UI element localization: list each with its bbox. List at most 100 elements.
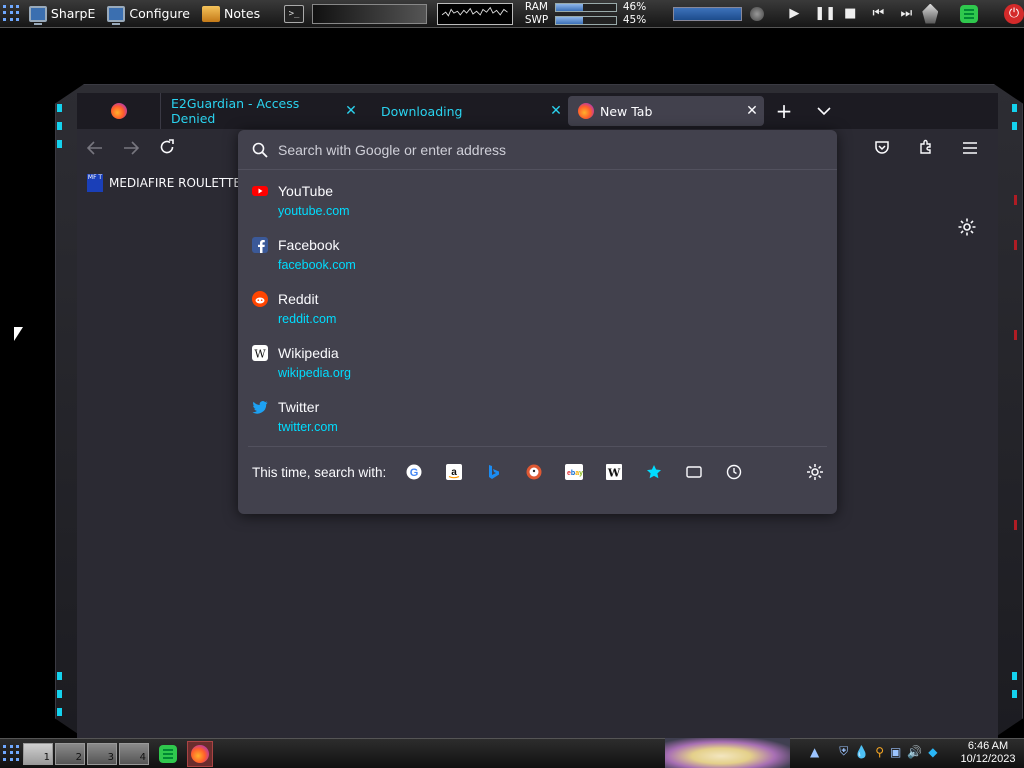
memory-monitor: RAM 46% SWP 45% (525, 1, 651, 26)
clock[interactable]: 6:46 AM 10/12/2023 (955, 740, 1021, 766)
extensions-button[interactable] (908, 139, 944, 159)
url-input[interactable] (278, 141, 798, 158)
frame-accent (1012, 104, 1017, 112)
google-icon[interactable]: G (404, 462, 424, 482)
speaker-icon[interactable] (750, 6, 765, 21)
shield-icon[interactable]: ⛨ (839, 744, 848, 759)
tab-label: New Tab (600, 103, 653, 119)
svg-text:a: a (452, 467, 458, 478)
tray-expand-icon[interactable]: ▲ (810, 745, 819, 759)
tab-glyph (686, 466, 702, 478)
suggestion-youtube[interactable]: YouTube youtube.com (238, 175, 837, 229)
bing-glyph (489, 465, 500, 479)
power-icon[interactable]: ⏻ (1004, 3, 1024, 24)
suggestion-wikipedia[interactable]: W Wikipedia wikipedia.org (238, 337, 837, 391)
frame-accent (1012, 690, 1017, 698)
duckduckgo-icon[interactable] (524, 462, 544, 482)
tab-downloading[interactable]: Downloading ✕ (363, 93, 568, 129)
app-menu-grid-icon[interactable] (3, 4, 21, 23)
history-icon[interactable] (724, 462, 744, 482)
frame-accent (57, 104, 62, 112)
twitter-icon (252, 401, 268, 414)
frame-accent (57, 708, 62, 716)
clock-glyph (727, 464, 742, 480)
reload-icon (160, 139, 174, 154)
volume-icon[interactable]: 🔊 (907, 745, 922, 759)
terminal-icon[interactable]: >_ (284, 4, 304, 23)
puzzle-icon (920, 139, 931, 154)
forward-button[interactable] (113, 140, 149, 159)
frame-accent (57, 690, 62, 698)
drop-icon[interactable]: 💧 (854, 745, 869, 759)
search-settings-gear-icon[interactable] (805, 462, 825, 482)
suggestion-title: Wikipedia (278, 345, 339, 361)
tab-strip: E2Guardian - Access Denied ✕ Downloading… (77, 93, 998, 129)
ram-label: RAM (524, 1, 548, 13)
firefox-icon (578, 103, 594, 119)
new-tab-button[interactable]: + (764, 99, 804, 123)
pocket-button[interactable] (864, 139, 900, 159)
hamburger-icon (963, 141, 977, 154)
firefox-icon (110, 103, 127, 119)
launcher-label: SharpE (50, 6, 96, 21)
notes-app-icon (159, 744, 177, 763)
tab-e2guardian[interactable]: E2Guardian - Access Denied ✕ (160, 93, 363, 129)
previous-icon[interactable]: ⏮ (870, 6, 886, 21)
taskbar-firefox[interactable] (187, 740, 213, 767)
back-arrow-icon (86, 140, 102, 155)
bookmark-mediafire[interactable]: MEDIAFIRE ROULETTER (109, 176, 249, 190)
stop-icon[interactable]: ■ (842, 6, 858, 21)
ebay-icon[interactable]: ebay (564, 462, 584, 482)
monitor-icon (107, 5, 126, 25)
volume-slider[interactable] (672, 6, 743, 21)
next-icon[interactable]: ⏭ (898, 6, 914, 21)
workspace-1[interactable]: 1 (23, 742, 53, 765)
launcher-sharpe[interactable]: SharpE (25, 2, 100, 26)
search-tray-icon[interactable]: ⚲ (875, 745, 884, 759)
tab-new-tab[interactable]: New Tab ✕ (568, 96, 764, 126)
bing-icon[interactable] (484, 462, 504, 482)
tab-pinned[interactable] (77, 93, 160, 129)
pause-icon[interactable]: ❚❚ (814, 6, 836, 21)
cpu-graph (437, 2, 513, 25)
close-icon[interactable]: ✕ (544, 103, 568, 119)
cpu-meter (311, 3, 428, 24)
launcher-configure[interactable]: Configure (103, 2, 194, 26)
tux-icon[interactable] (922, 3, 939, 24)
taskbar-notes-app[interactable] (155, 741, 181, 767)
urlbar-dropdown: YouTube youtube.com Facebook facebook.co… (238, 130, 837, 514)
network-icon[interactable]: ▣ (890, 745, 901, 759)
workspace-4[interactable]: 4 (119, 742, 149, 765)
cube-icon[interactable]: ◆ (928, 745, 937, 759)
personalize-gear-icon[interactable] (957, 217, 977, 237)
tab-label: Downloading (381, 103, 463, 119)
bookmarks-star-icon[interactable] (644, 462, 664, 482)
suggestion-twitter[interactable]: Twitter twitter.com (238, 391, 837, 445)
suggestion-facebook[interactable]: Facebook facebook.com (238, 229, 837, 283)
wikipedia-icon: W (252, 345, 268, 361)
app-menu-grid-icon[interactable] (3, 744, 21, 763)
pocket-icon (875, 141, 889, 154)
back-button[interactable] (77, 140, 113, 159)
play-icon[interactable]: ▶ (786, 6, 802, 21)
amazon-icon[interactable]: a (444, 462, 464, 482)
close-icon[interactable]: ✕ (339, 103, 363, 119)
notes-app-icon[interactable] (960, 4, 979, 23)
facebook-icon (252, 237, 268, 253)
reload-button[interactable] (149, 139, 185, 159)
suggestion-reddit[interactable]: Reddit reddit.com (238, 283, 837, 337)
tabs-icon[interactable] (684, 462, 704, 482)
close-icon[interactable]: ✕ (740, 103, 764, 119)
list-all-tabs-button[interactable] (804, 104, 844, 119)
workspace-3[interactable]: 3 (87, 742, 117, 765)
one-off-search-bar: This time, search with: G a ebay W (238, 452, 837, 492)
wikipedia-glyph: W (606, 464, 623, 480)
swp-bar (554, 15, 617, 25)
launcher-notes[interactable]: Notes (198, 2, 264, 26)
notes-icon (201, 5, 220, 22)
frame-accent (1012, 672, 1017, 680)
workspace-2[interactable]: 2 (55, 742, 85, 765)
suggestion-title: YouTube (278, 183, 334, 199)
app-menu-button[interactable] (952, 140, 988, 159)
wikipedia-search-icon[interactable]: W (604, 462, 624, 482)
